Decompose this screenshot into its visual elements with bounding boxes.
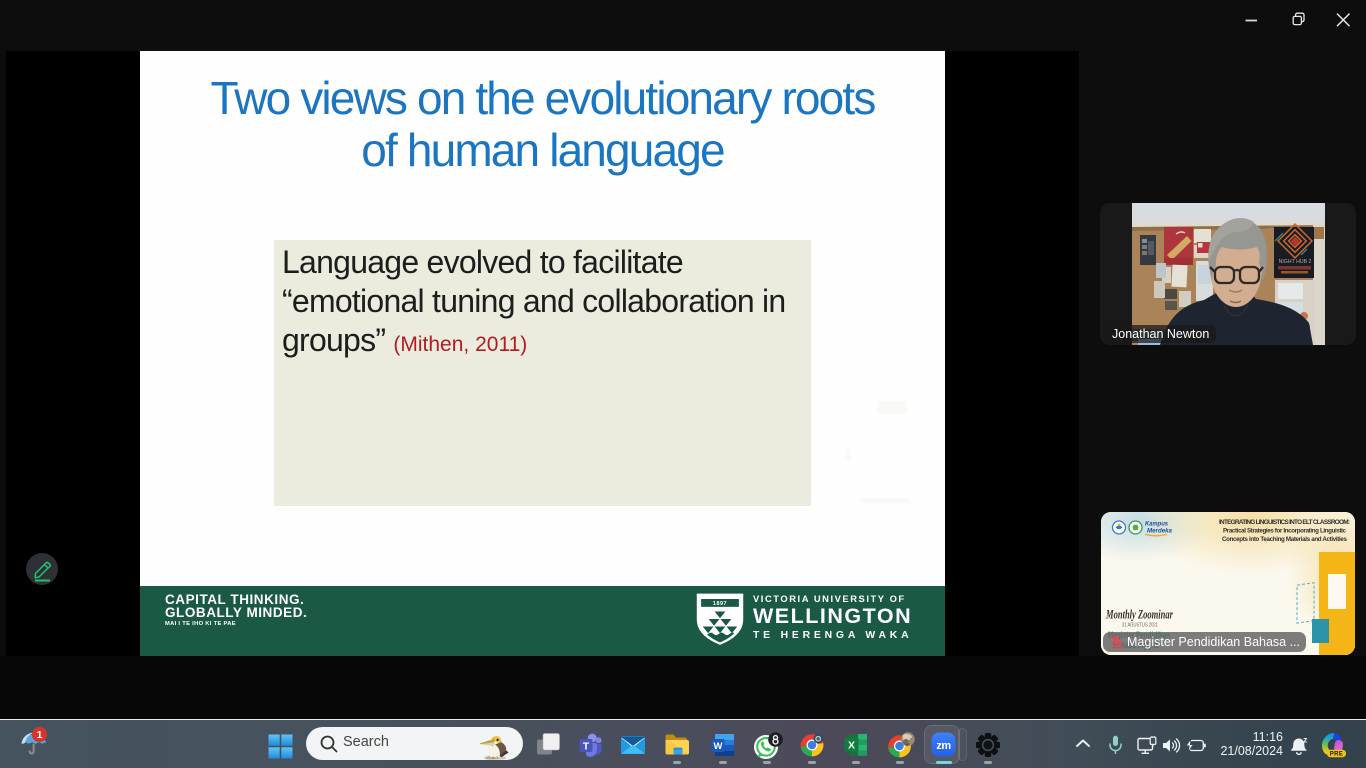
svg-text:Practical Strategies for Incor: Practical Strategies for Incorporating L… [1223, 528, 1347, 535]
svg-text:INTEGRATING LINGUISTICS INTO E: INTEGRATING LINGUISTICS INTO ELT CLASSRO… [1219, 519, 1350, 526]
svg-text:PRE: PRE [1330, 752, 1344, 758]
svg-text:T: T [583, 740, 590, 752]
svg-text:W: W [714, 741, 723, 752]
svg-text:1897: 1897 [713, 601, 727, 607]
svg-text:1: 1 [37, 729, 43, 741]
svg-text:Monthly Zoominar: Monthly Zoominar [1105, 608, 1173, 622]
svg-text:31 AGUSTUS 2021: 31 AGUSTUS 2021 [1122, 623, 1158, 629]
svg-text:Concepts into Teaching Materia: Concepts into Teaching Materials and Act… [1222, 536, 1348, 543]
svg-text:Kampus: Kampus [1145, 522, 1169, 528]
svg-text:zm: zm [936, 740, 951, 752]
svg-text:Merdeka: Merdeka [1147, 529, 1173, 535]
svg-text:z: z [1303, 735, 1307, 745]
svg-text:X: X [848, 740, 855, 752]
